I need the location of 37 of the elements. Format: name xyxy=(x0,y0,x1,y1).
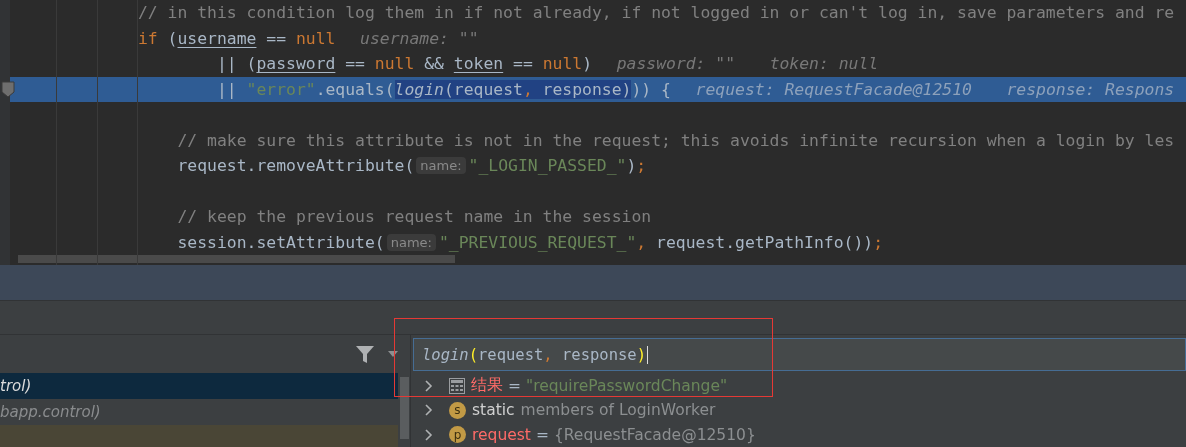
horizontal-scrollbar[interactable] xyxy=(18,255,455,263)
static-badge-icon: s xyxy=(449,401,466,419)
code-text: // make sure this attribute is not in the request; this avoids infinite recursion when a login by les xyxy=(177,130,1175,150)
code-text: request.removeAttribute( xyxy=(177,156,415,176)
variable-name: request xyxy=(472,425,531,444)
equals-sign: = xyxy=(535,425,549,444)
variable-value: "requirePasswordChange" xyxy=(526,376,728,395)
parameter-badge-icon: p xyxy=(449,426,466,444)
variable-name: 结果 xyxy=(471,375,503,397)
variable-value: members of LoginWorker xyxy=(520,401,716,420)
equals-sign: = xyxy=(508,376,521,395)
code-text: || (password == null && token == null) xyxy=(216,54,592,74)
caret-icon xyxy=(388,351,398,357)
code-text: "_LOGIN_PASSED_"); xyxy=(468,156,647,176)
parameter-name-hint: name: xyxy=(416,157,466,175)
code-text: || "error".equals( xyxy=(216,79,395,99)
selected-code-text: login(request, response) xyxy=(394,79,632,99)
stack-frame[interactable]: trol) xyxy=(0,373,398,399)
code-text: // in this condition log them in if not already, if not logged in or can't log in, save parameters and re xyxy=(138,3,1175,23)
execution-marker-icon xyxy=(1,80,15,98)
inline-value-hint: token: null xyxy=(769,54,879,74)
inline-value-hint: response: Respons xyxy=(1006,79,1175,99)
inline-value-hint: password: "" xyxy=(616,54,736,74)
code-text: )) { xyxy=(631,79,671,99)
expression-field[interactable]: login(request, response) xyxy=(413,338,1186,372)
filter-icon xyxy=(356,345,374,363)
calculator-icon xyxy=(449,377,465,394)
code-text: // keep the previous request name in the session xyxy=(177,207,652,227)
variable-name: static xyxy=(472,401,515,420)
parameter-name-hint: name: xyxy=(386,233,436,251)
inline-value-hint: username: "" xyxy=(360,28,479,48)
code-text: if (username == null xyxy=(138,28,336,48)
code-text: "_PREVIOUS_REQUEST_", request.getPathInfo()); xyxy=(438,232,884,252)
vertical-scrollbar[interactable] xyxy=(400,377,409,439)
variable-value: {RequestFacade@12510} xyxy=(553,425,756,444)
inline-value-hint: request: RequestFacade@12510 xyxy=(695,79,972,99)
code-text: session.setAttribute( xyxy=(177,232,385,252)
